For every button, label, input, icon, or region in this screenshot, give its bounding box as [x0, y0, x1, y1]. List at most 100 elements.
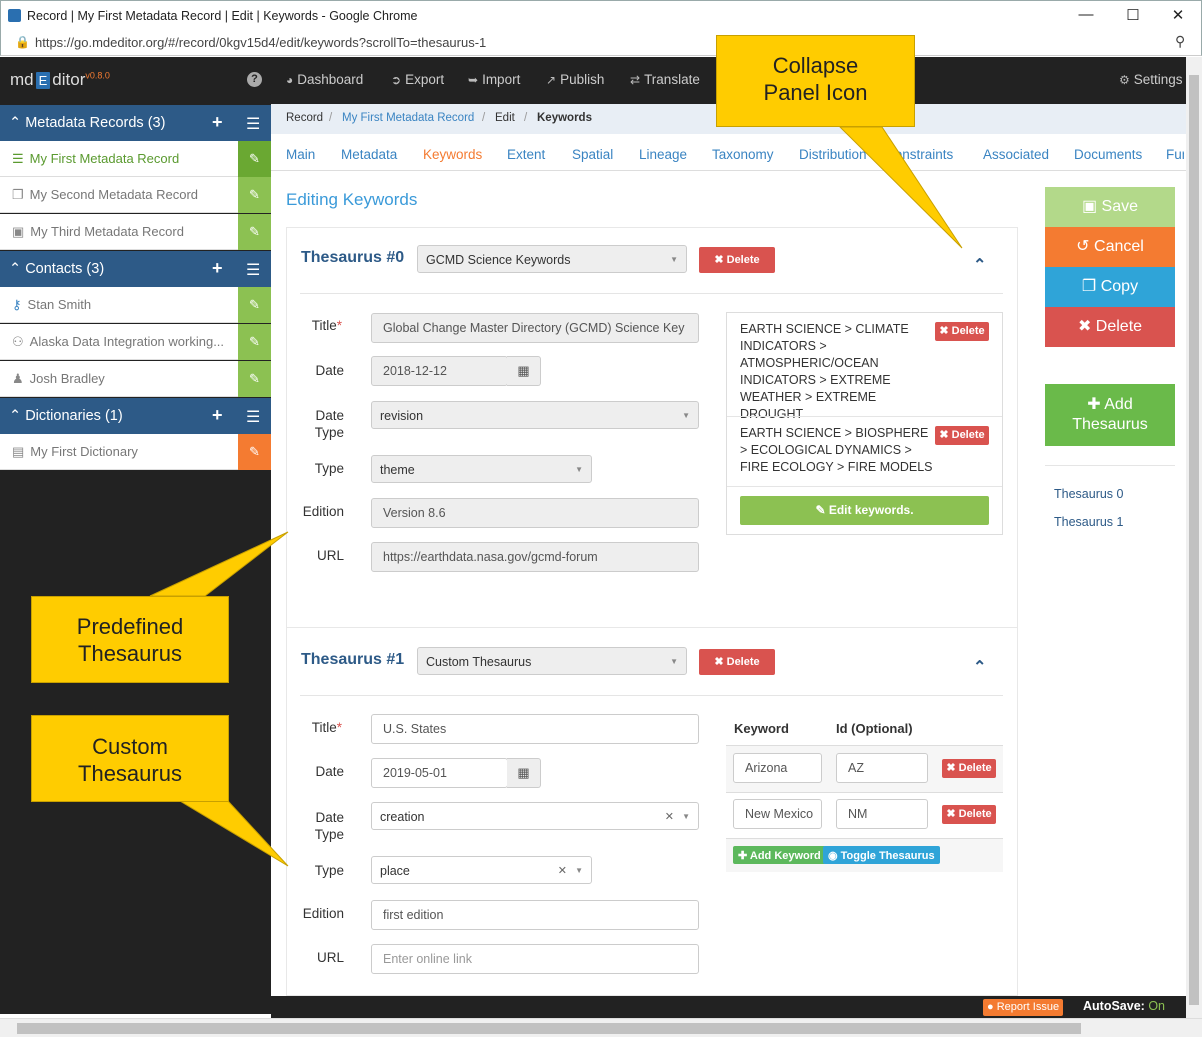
sidebar-header-records[interactable]: ⌃ Metadata Records (3) + ☰ [0, 105, 271, 141]
copy-button[interactable]: ❐ Copy [1045, 267, 1175, 307]
breadcrumb-edit[interactable]: Edit [495, 112, 515, 124]
nav-publish[interactable]: ↗ Publish [546, 72, 604, 87]
thesaurus-1-date-input[interactable]: 2019-05-01 [371, 758, 508, 788]
brand-logo[interactable]: md Editorv0.8.0 [10, 70, 110, 90]
maximize-icon[interactable]: ☐ [1123, 6, 1143, 24]
list-icon[interactable]: ☰ [246, 407, 260, 427]
help-icon[interactable]: ? [247, 72, 262, 87]
sidebar-item-contact-2[interactable]: ⚇ Alaska Data Integration working... ✎ [0, 324, 271, 360]
pencil-icon[interactable]: ✎ [238, 141, 271, 177]
calendar-icon[interactable]: ▦ [507, 356, 541, 386]
pencil-icon[interactable]: ✎ [238, 361, 271, 397]
tab-metadata[interactable]: Metadata [341, 147, 397, 162]
thesaurus-0-delete-button[interactable]: ✖ Delete [699, 247, 775, 273]
thesaurus-1-select[interactable]: Custom Thesaurus ▼ [417, 647, 687, 675]
thesaurus-1-date-type-select[interactable]: creation ✕ ▼ [371, 802, 699, 830]
close-icon[interactable]: ✕ [1168, 6, 1188, 24]
sidebar-item-record-3[interactable]: ▣ My Third Metadata Record ✎ [0, 214, 271, 250]
sidebar-header-dictionaries[interactable]: ⌃ Dictionaries (1) + ☰ [0, 398, 271, 434]
tab-keywords[interactable]: Keywords [423, 147, 482, 162]
thesaurus-1-type-select[interactable]: place ✕ ▼ [371, 856, 592, 884]
keyword-input[interactable]: New Mexico [733, 799, 822, 829]
collapse-chevron-icon[interactable]: ⌃ [973, 657, 986, 677]
sidebar-item-contact-3[interactable]: ♟ Josh Bradley ✎ [0, 361, 271, 397]
sidebar-header-contacts[interactable]: ⌃ Contacts (3) + ☰ [0, 251, 271, 287]
tab-associated[interactable]: Associated [983, 147, 1049, 162]
clear-icon[interactable]: ✕ [665, 810, 674, 823]
list-icon[interactable]: ☰ [246, 260, 260, 280]
url-text[interactable]: https://go.mdeditor.org/#/record/0kgv15d… [35, 35, 486, 50]
person-icon: ⚷ [12, 297, 22, 312]
keyword-id-input[interactable]: AZ [836, 753, 928, 783]
keyword-id-input[interactable]: NM [836, 799, 928, 829]
calendar-icon[interactable]: ▦ [507, 758, 541, 788]
thesaurus-1-url-input[interactable]: Enter online link [371, 944, 699, 974]
report-issue-button[interactable]: ● Report Issue [983, 999, 1064, 1016]
scrollspy-thesaurus-0[interactable]: Thesaurus 0 [1054, 487, 1123, 501]
vertical-scrollbar[interactable] [1186, 57, 1202, 1018]
tab-main[interactable]: Main [286, 147, 315, 162]
thesaurus-0-edition-input[interactable]: Version 8.6 [371, 498, 699, 528]
add-contact-icon[interactable]: + [212, 258, 223, 279]
tab-distribution[interactable]: Distribution [799, 147, 867, 162]
thesaurus-0-date-type-select[interactable]: revision ▼ [371, 401, 699, 429]
minimize-icon[interactable]: — [1076, 6, 1096, 23]
cancel-button[interactable]: ↺ Cancel [1045, 227, 1175, 267]
keyword-row-delete-button[interactable]: ✖ Delete [942, 759, 996, 778]
tab-documents[interactable]: Documents [1074, 147, 1142, 162]
tab-extent[interactable]: Extent [507, 147, 545, 162]
tab-lineage[interactable]: Lineage [639, 147, 687, 162]
sidebar-item-record-2[interactable]: ❐ My Second Metadata Record ✎ [0, 177, 271, 213]
zoom-icon[interactable]: ⚲ [1175, 33, 1185, 50]
tab-constraints[interactable]: Constraints [885, 147, 953, 162]
add-record-icon[interactable]: + [212, 112, 223, 133]
keyword-delete-button[interactable]: ✖ Delete [935, 426, 989, 445]
horizontal-scrollbar[interactable] [0, 1018, 1202, 1037]
divider [300, 695, 1003, 696]
delete-record-button[interactable]: ✖ Delete [1045, 307, 1175, 347]
nav-export[interactable]: ➲ Export [391, 72, 444, 87]
thesaurus-1-delete-button[interactable]: ✖ Delete [699, 649, 775, 675]
tab-spatial[interactable]: Spatial [572, 147, 613, 162]
thesaurus-0-title-input[interactable]: Global Change Master Directory (GCMD) Sc… [371, 313, 699, 343]
nav-settings[interactable]: ⚙ Settings [1119, 72, 1183, 87]
list-icon[interactable]: ☰ [246, 114, 260, 134]
tab-taxonomy[interactable]: Taxonomy [712, 147, 774, 162]
breadcrumb-record[interactable]: Record [286, 112, 323, 124]
keyword-delete-button[interactable]: ✖ Delete [935, 322, 989, 341]
thesaurus-0-url-input[interactable]: https://earthdata.nasa.gov/gcmd-forum [371, 542, 699, 572]
edit-keywords-button[interactable]: ✎ Edit keywords. [740, 496, 989, 525]
address-bar[interactable]: 🔒 https://go.mdeditor.org/#/record/0kgv1… [0, 30, 1202, 56]
nav-import[interactable]: ➥ Import [468, 72, 520, 87]
pencil-icon[interactable]: ✎ [238, 434, 271, 470]
add-dictionary-icon[interactable]: + [212, 405, 223, 426]
thesaurus-0-select[interactable]: GCMD Science Keywords ▼ [417, 245, 687, 273]
add-keyword-button[interactable]: ✚ Add Keyword [733, 846, 826, 864]
thesaurus-1-title-input[interactable]: U.S. States [371, 714, 699, 744]
clear-icon[interactable]: ✕ [558, 864, 567, 877]
pencil-icon[interactable]: ✎ [238, 214, 271, 250]
breadcrumb-record-name[interactable]: My First Metadata Record [342, 112, 474, 124]
scroll-thumb[interactable] [17, 1023, 1081, 1034]
thesaurus-0-date-input[interactable]: 2018-12-12 [371, 356, 508, 386]
pencil-icon[interactable]: ✎ [238, 324, 271, 360]
nav-translate[interactable]: ⇄ Translate [630, 72, 700, 87]
pencil-icon[interactable]: ✎ [238, 287, 271, 323]
keyword-input[interactable]: Arizona [733, 753, 822, 783]
sidebar-item-contact-1[interactable]: ⚷ Stan Smith ✎ [0, 287, 271, 323]
pencil-icon[interactable]: ✎ [238, 177, 271, 213]
scroll-thumb[interactable] [1189, 75, 1199, 1005]
add-thesaurus-button[interactable]: ✚ Add Thesaurus [1045, 384, 1175, 446]
scrollspy-thesaurus-1[interactable]: Thesaurus 1 [1054, 515, 1123, 529]
thesaurus-0-type-select[interactable]: theme ▼ [371, 455, 592, 483]
collapse-chevron-icon[interactable]: ⌃ [973, 255, 986, 275]
save-button[interactable]: ▣ Save [1045, 187, 1175, 227]
toggle-thesaurus-button[interactable]: ◉ Toggle Thesaurus [823, 846, 940, 864]
nav-dashboard[interactable]: ◕ Dashboard [286, 72, 363, 87]
sidebar-item-dictionary-1[interactable]: ▤ My First Dictionary ✎ [0, 434, 271, 470]
autosave-status[interactable]: AutoSave: On [1083, 999, 1165, 1013]
sidebar-item-record-1[interactable]: ☰ My First Metadata Record ✎ [0, 141, 271, 177]
keyword-row-delete-button[interactable]: ✖ Delete [942, 805, 996, 824]
thesaurus-1-edition-input[interactable]: first edition [371, 900, 699, 930]
tab-funding[interactable]: Fun [1166, 147, 1184, 162]
